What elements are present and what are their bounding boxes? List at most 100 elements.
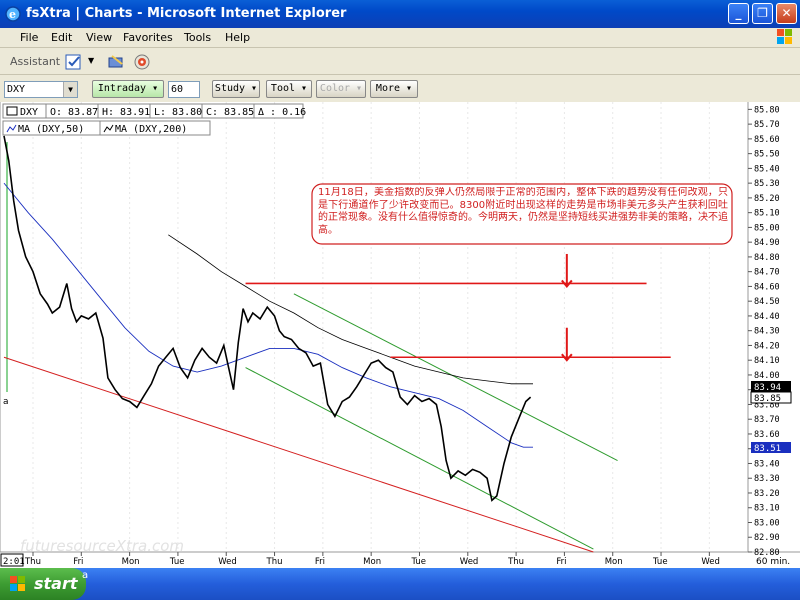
y-tick-label: 84.30 bbox=[754, 327, 780, 337]
legend-close: C: 83.85 bbox=[206, 107, 254, 118]
y-tick-label: 83.70 bbox=[754, 415, 780, 425]
y-tick-label: 84.90 bbox=[754, 238, 780, 248]
color-button[interactable]: Color ▾ bbox=[316, 80, 366, 98]
ie-window: e fsXtra | Charts - Microsoft Internet E… bbox=[0, 0, 800, 600]
y-tick-label: 84.60 bbox=[754, 282, 780, 292]
chart-toolbar: DXY ▼ Intraday ▾ 60 Study ▾ Tool ▾ Color… bbox=[0, 77, 800, 101]
windows-flag-icon bbox=[777, 29, 792, 44]
y-tick-label: 85.10 bbox=[754, 209, 780, 219]
taskbar: start a bbox=[0, 568, 800, 600]
y-tick-label: 85.40 bbox=[754, 164, 780, 174]
y-tick-label: 83.60 bbox=[754, 430, 780, 440]
menu-edit[interactable]: Edit bbox=[51, 31, 72, 44]
close-button[interactable]: ✕ bbox=[776, 3, 797, 24]
watermark-text: futuresourceXtra.com bbox=[20, 537, 184, 555]
tool-button[interactable]: Tool ▾ bbox=[266, 80, 312, 98]
y-tick-label: 85.60 bbox=[754, 135, 780, 145]
y-tick-label: 84.10 bbox=[754, 356, 780, 366]
x-tick-label: Fri bbox=[556, 557, 566, 567]
legend-high: H: 83.91 bbox=[102, 107, 150, 118]
y-tick-label: 83.20 bbox=[754, 489, 780, 499]
side-marker: a bbox=[3, 397, 9, 407]
intraday-button[interactable]: Intraday ▾ bbox=[92, 80, 164, 98]
x-tick-label: Wed bbox=[460, 557, 479, 567]
color-label: Color bbox=[319, 83, 351, 94]
menu-view[interactable]: View bbox=[86, 31, 112, 44]
ohlc-legend: DXY O: 83.87 H: 83.91 L: 83.80 C: 83.85 … bbox=[2, 103, 306, 119]
time-corner-label: 2:01 bbox=[3, 557, 25, 567]
y-tick-label: 85.80 bbox=[754, 105, 780, 115]
ma-price-label: 83.51 bbox=[754, 444, 781, 454]
assistant-dropdown-icon[interactable]: ▼ bbox=[88, 56, 94, 65]
title-bar: e fsXtra | Charts - Microsoft Internet E… bbox=[0, 0, 800, 28]
ie-logo-icon: e bbox=[5, 6, 21, 22]
minimize-button[interactable]: _ bbox=[728, 3, 749, 24]
y-tick-label: 84.70 bbox=[754, 268, 780, 278]
y-tick-label: 85.50 bbox=[754, 150, 780, 160]
legend-open: O: 83.87 bbox=[50, 107, 98, 118]
x-tick-label: Mon bbox=[605, 557, 623, 567]
y-tick-label: 82.90 bbox=[754, 533, 780, 543]
x-tick-label: Thu bbox=[266, 557, 283, 567]
interval-label: 60 min. bbox=[756, 557, 790, 567]
chevron-down-icon[interactable]: ▼ bbox=[63, 82, 77, 97]
start-button[interactable]: start bbox=[0, 568, 86, 600]
ie-toolbar: Assistant ▼ bbox=[0, 49, 800, 75]
legend-ma50: MA (DXY,50) bbox=[18, 124, 84, 135]
legend-delta: Δ : 0.16 bbox=[258, 107, 306, 118]
x-tick-label: Wed bbox=[218, 557, 237, 567]
tool-label: Tool bbox=[270, 83, 296, 94]
menu-bar: File Edit View Favorites Tools Help bbox=[0, 28, 800, 48]
y-tick-label: 85.20 bbox=[754, 194, 780, 204]
x-tick-label: Thu bbox=[24, 557, 41, 567]
x-tick-label: Fri bbox=[73, 557, 83, 567]
x-tick-label: Thu bbox=[507, 557, 524, 567]
menu-help[interactable]: Help bbox=[225, 31, 250, 44]
intraday-label: Intraday bbox=[97, 83, 147, 94]
y-tick-label: 84.80 bbox=[754, 253, 780, 263]
x-tick-label: Tue bbox=[410, 557, 426, 567]
legend-symbol: DXY bbox=[20, 107, 38, 118]
y-tick-label: 84.20 bbox=[754, 341, 780, 351]
ma50-legend: MA (DXY,50) MA (DXY,200) bbox=[2, 120, 211, 136]
assistant-label[interactable]: Assistant bbox=[10, 55, 60, 68]
y-tick-label: 84.40 bbox=[754, 312, 780, 322]
assistant-check-icon[interactable] bbox=[64, 52, 84, 72]
x-tick-label: Tue bbox=[652, 557, 668, 567]
y-tick-label: 83.10 bbox=[754, 504, 780, 514]
more-button[interactable]: More ▾ bbox=[370, 80, 418, 98]
price-chart[interactable]: 85.80 85.70 85.60 85.50 85.40 85.30 85.20 85.10… bbox=[0, 102, 800, 568]
y-tick-label: 83.00 bbox=[754, 518, 780, 528]
y-tick-label: 83.40 bbox=[754, 459, 780, 469]
more-label: More bbox=[375, 83, 401, 94]
edit-icon[interactable] bbox=[106, 52, 126, 72]
x-tick-label: Mon bbox=[122, 557, 140, 567]
x-tick-label: Fri bbox=[315, 557, 325, 567]
x-tick-label: Wed bbox=[701, 557, 720, 567]
menu-favorites[interactable]: Favorites bbox=[123, 31, 173, 44]
maximize-button[interactable]: ❐ bbox=[752, 3, 773, 24]
window-title: fsXtra | Charts - Microsoft Internet Exp… bbox=[26, 6, 347, 21]
y-tick-label: 84.00 bbox=[754, 371, 780, 381]
y-tick-label: 84.50 bbox=[754, 297, 780, 307]
x-tick-label: Mon bbox=[363, 557, 381, 567]
legend-low: L: 83.80 bbox=[154, 107, 202, 118]
symbol-select[interactable]: DXY ▼ bbox=[4, 81, 78, 98]
x-tick-label: Tue bbox=[169, 557, 185, 567]
annotation-box: 11月18日，美金指数的反弹人仍然局限于正常的范围内，整体下跌的趋势没有任何改观… bbox=[311, 183, 733, 245]
search-globe-icon[interactable] bbox=[132, 52, 152, 72]
taskbar-marker: a bbox=[82, 570, 89, 581]
y-tick-label: 83.30 bbox=[754, 474, 780, 484]
interval-input[interactable]: 60 bbox=[168, 81, 200, 98]
svg-text:e: e bbox=[9, 8, 16, 21]
current-price-label: 83.85 bbox=[754, 394, 781, 404]
legend-ma200: MA (DXY,200) bbox=[115, 124, 187, 135]
legend-chart-icon bbox=[6, 106, 18, 116]
study-label: Study bbox=[214, 83, 246, 94]
menu-tools[interactable]: Tools bbox=[184, 31, 211, 44]
windows-flag-icon bbox=[10, 576, 25, 591]
study-button[interactable]: Study ▾ bbox=[212, 80, 260, 98]
menu-file[interactable]: File bbox=[20, 31, 38, 44]
annotation-text: 11月18日，美金指数的反弹人仍然局限于正常的范围内，整体下跌的趋势没有任何改观… bbox=[318, 187, 728, 236]
y-tick-label: 85.70 bbox=[754, 120, 780, 130]
